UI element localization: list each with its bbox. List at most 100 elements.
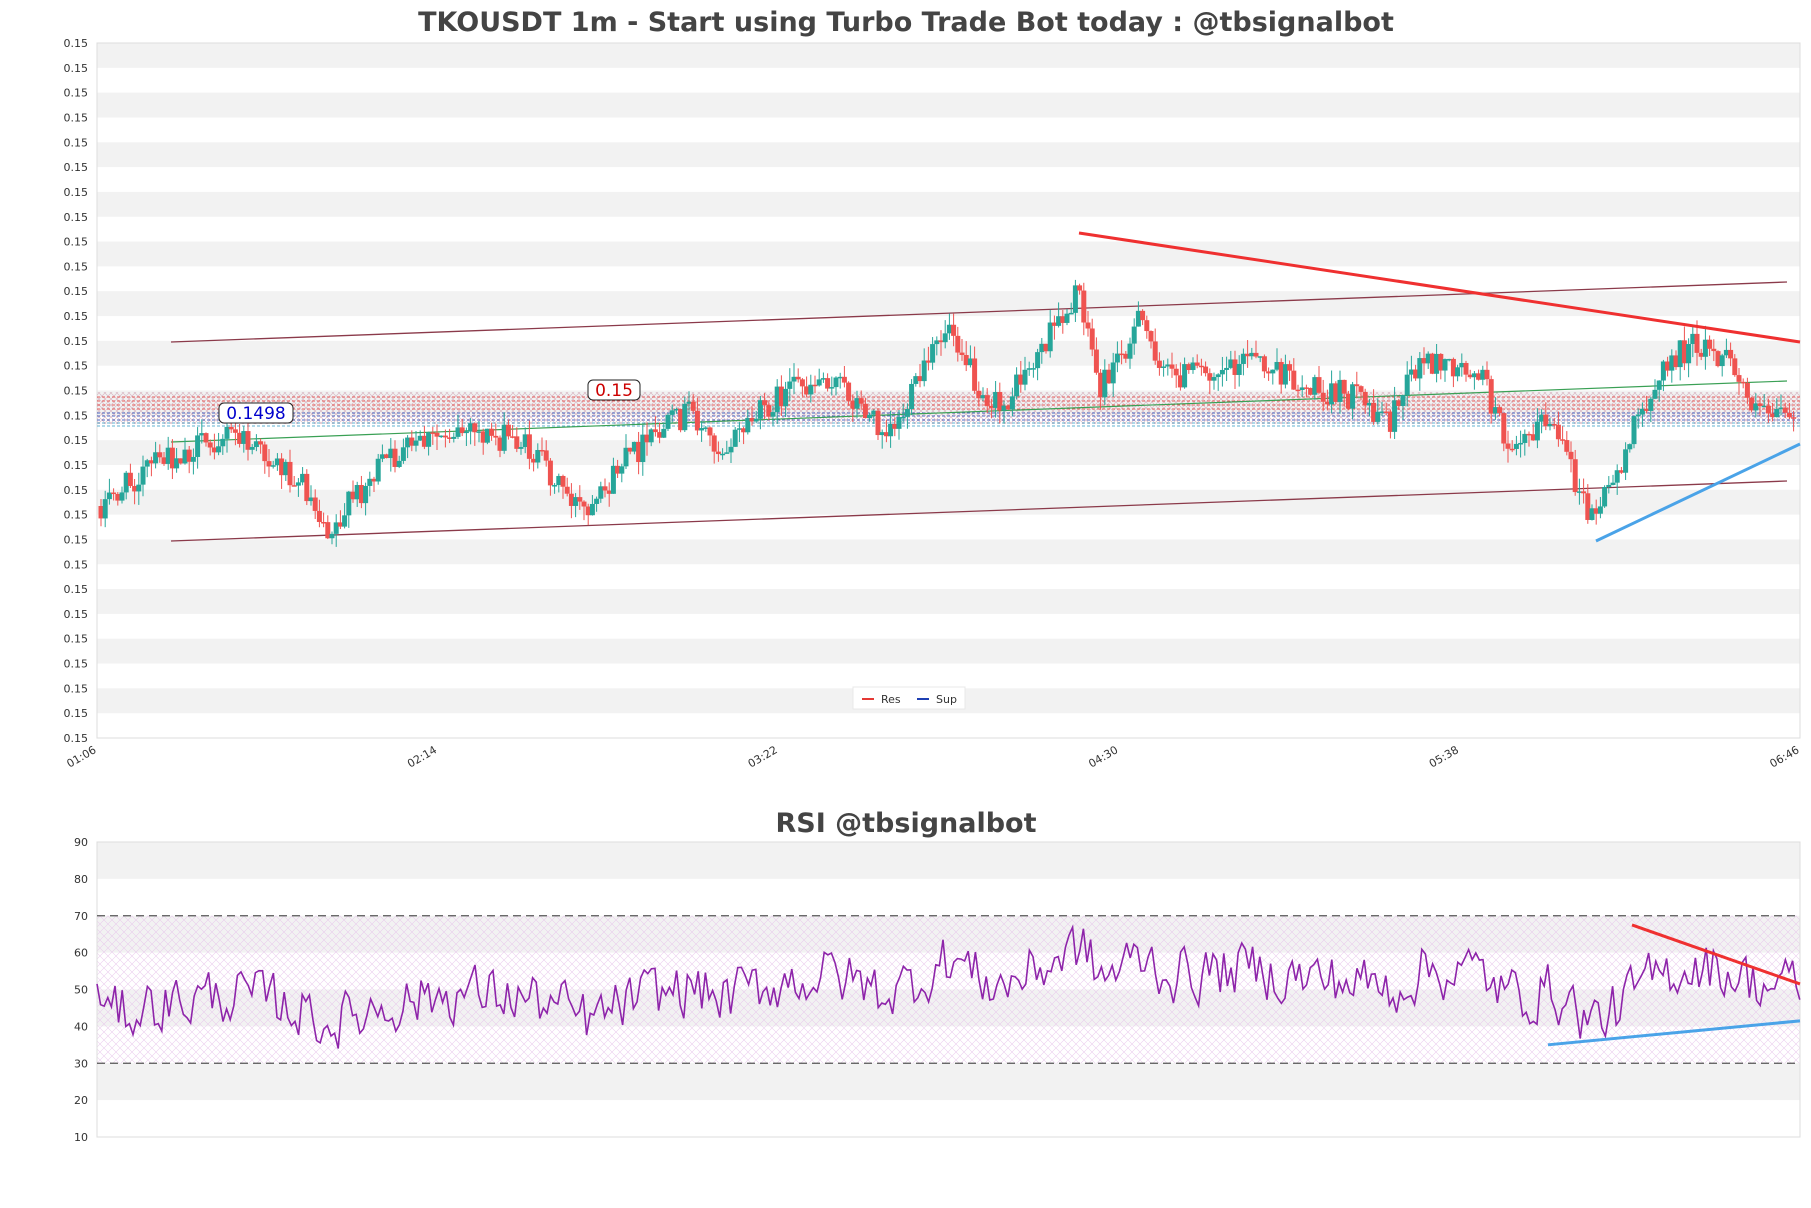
candle-up [400,447,406,461]
candle-down [1555,424,1561,440]
candle-up [451,436,457,439]
candle-down [258,441,264,445]
candle-down [203,433,209,443]
legend-label: Res [881,693,901,706]
candle-up [1719,355,1725,367]
candle-down [1484,369,1490,380]
candle-down [1320,392,1326,402]
y-tick-label: 0.15 [64,211,89,224]
y-tick-label: 0.15 [64,62,89,75]
candle-down [846,382,852,401]
y-tick-label: 20 [74,1094,88,1107]
rsi-hatch-zone [97,915,1800,1064]
candle-up [930,344,936,363]
candle-down [577,497,583,502]
candle-down [762,400,768,406]
candle-down [1081,290,1087,323]
candle-up [190,456,196,462]
candle-up [375,458,381,482]
candle-up [1350,384,1356,409]
candle-up [1455,367,1461,377]
y-tick-label: 0.15 [64,310,89,323]
y-tick-label: 0.15 [64,707,89,720]
candle-down [1358,386,1364,392]
candle-up [295,482,301,486]
candle-up [1623,449,1629,473]
candle-down [442,435,448,438]
candle-up [942,333,948,343]
grid-band [97,191,1800,217]
candle-up [661,428,667,438]
candle-up [1631,416,1637,445]
candle-up [195,435,201,457]
chart-canvas: TKOUSDT 1m - Start using Turbo Trade Bot… [64,7,1802,1144]
candle-down [232,429,238,433]
price-tag-label: 0.15 [595,381,633,401]
y-tick-label: 0.15 [64,360,89,373]
candle-up [619,466,625,474]
candle-up [900,416,906,419]
y-tick-label: 0.15 [64,434,89,447]
candle-down [1564,440,1570,452]
candle-up [552,485,558,487]
y-tick-label: 0.15 [64,583,89,596]
candle-up [728,446,734,453]
candle-down [526,434,532,459]
candle-up [1022,369,1028,385]
candle-down [1341,379,1347,394]
candle-up [1610,482,1616,485]
candle-up [136,484,142,492]
x-tick-label: 04:30 [1086,743,1120,770]
candle-down [711,435,717,452]
candle-down [690,401,696,411]
candle-up [665,414,671,429]
candle-up [1035,352,1041,369]
candle-down [581,501,587,507]
y-tick-label: 0.15 [64,37,89,50]
candle-down [1077,285,1083,291]
candle-up [1068,312,1074,315]
y-tick-label: 30 [74,1057,88,1070]
x-tick-label: 05:38 [1427,743,1461,770]
candle-down [951,324,957,336]
candle-up [816,379,822,386]
candle-up [342,515,348,527]
candle-up [1224,367,1230,370]
candle-down [1757,403,1763,407]
candle-down [493,435,499,438]
candle-down [1581,491,1587,494]
y-tick-label: 80 [74,873,88,886]
candle-up [1110,362,1116,384]
y-tick-label: 0.15 [64,608,89,621]
candle-up [1009,396,1015,410]
candle-up [1047,322,1053,352]
candle-down [543,450,549,461]
candle-up [1131,326,1137,344]
grid-band [97,589,1800,614]
candle-down [472,423,478,433]
x-tick-label: 02:14 [405,743,439,770]
candle-down [207,442,213,448]
candle-down [1261,356,1267,372]
y-tick-label: 0.15 [64,682,89,695]
candle-up [518,447,524,449]
candle-up [829,387,835,389]
candle-up [363,485,369,504]
grid-band [97,43,1800,68]
candle-down [972,358,978,391]
candle-down [1732,358,1738,376]
candle-up [1518,442,1524,445]
candle-up [1597,506,1603,514]
candle-down [841,376,847,383]
candle-down [1203,366,1209,374]
candle-down [825,378,831,389]
candle-down [287,461,293,486]
candle-down [1291,370,1297,390]
candle-up [1635,414,1641,417]
candle-down [1501,413,1507,444]
rsi-y-axis: 90 80 70 60 50 40 30 20 10 [74,836,88,1144]
x-tick-label: 01:06 [65,743,99,770]
candle-down [1316,377,1322,393]
candle-down [514,436,520,449]
candle-up [1064,313,1070,323]
